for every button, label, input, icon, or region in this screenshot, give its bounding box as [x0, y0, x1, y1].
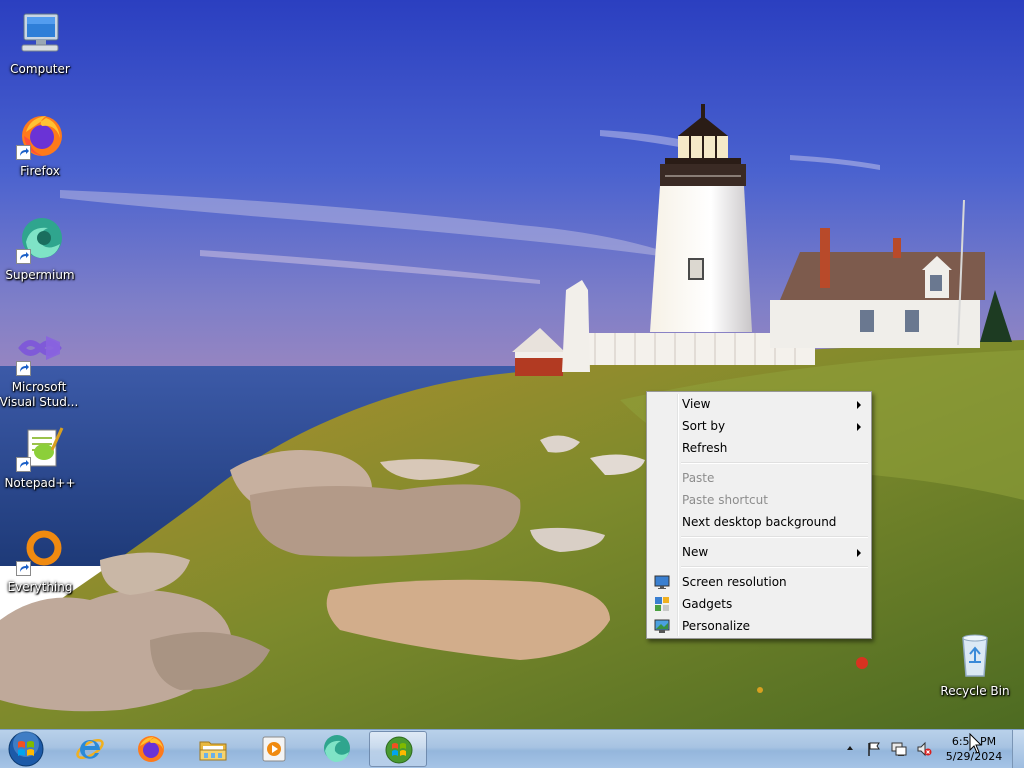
menu-item-sort-by[interactable]: Sort by: [648, 415, 870, 437]
menu-item-paste: Paste: [682, 471, 715, 485]
menu-separator: [648, 533, 870, 541]
action-center-flag-icon[interactable]: [866, 741, 882, 757]
taskbar: 6:51 PM 5/29/2024: [0, 729, 1024, 768]
recycle-bin-icon: [951, 632, 999, 680]
submenu-arrow-icon: [857, 549, 861, 557]
shortcut-arrow-icon: [16, 561, 31, 576]
menu-item-new[interactable]: New: [648, 541, 870, 563]
desktop-icon-everything[interactable]: Everything: [0, 528, 80, 595]
network-icon[interactable]: [891, 741, 907, 757]
show-desktop-button[interactable]: [1012, 730, 1024, 768]
firefox-icon: [138, 736, 164, 762]
menu-separator: [648, 459, 870, 467]
shortcut-arrow-icon: [16, 249, 31, 264]
shortcut-arrow-icon: [16, 145, 31, 160]
computer-icon: [16, 10, 64, 58]
menu-item-next-desktop-background[interactable]: Next desktop background: [648, 511, 870, 533]
everything-icon: [16, 528, 64, 576]
taskbar-windows-update[interactable]: [369, 731, 427, 767]
volume-muted-icon[interactable]: [916, 741, 932, 757]
menu-item-gadgets[interactable]: Gadgets: [648, 593, 870, 615]
taskbar-firefox[interactable]: [122, 731, 180, 767]
personalize-icon: [654, 619, 670, 633]
windows-orb-icon: [385, 736, 413, 764]
desktop-icon-visual-studio[interactable]: Microsoft Visual Stud...: [0, 328, 80, 410]
show-hidden-icons-arrow[interactable]: [846, 744, 854, 752]
windows-orb-icon: [8, 731, 44, 767]
shortcut-arrow-icon: [16, 361, 31, 376]
mouse-cursor-icon: [969, 733, 983, 754]
start-button[interactable]: [5, 730, 45, 768]
menu-item-refresh[interactable]: Refresh: [648, 437, 870, 459]
desktop-icon-label: Microsoft Visual Stud...: [0, 380, 79, 409]
submenu-arrow-icon: [857, 423, 861, 431]
menu-item-paste-shortcut: Paste shortcut: [682, 493, 768, 507]
visual-studio-icon: [16, 328, 64, 376]
gadgets-icon: [655, 597, 669, 611]
desktop-context-menu: View Sort by Refresh Paste Paste shortcu…: [646, 391, 872, 639]
media-player-icon: [262, 736, 286, 762]
supermium-icon: [16, 216, 64, 264]
desktop-icon-label: Notepad++: [4, 476, 76, 490]
menu-item-view[interactable]: View: [648, 393, 870, 415]
menu-separator: [648, 563, 870, 571]
desktop-icon-notepadpp[interactable]: Notepad++: [0, 424, 80, 491]
desktop-icon-label: Computer: [10, 62, 70, 76]
file-explorer-icon: [199, 741, 227, 761]
desktop-icon-recycle-bin[interactable]: Recycle Bin: [935, 632, 1015, 699]
taskbar-internet-explorer[interactable]: [61, 731, 119, 767]
desktop-icon-label: Everything: [7, 580, 73, 594]
desktop-icon-computer[interactable]: Computer: [0, 10, 80, 77]
notepadpp-icon: [16, 424, 64, 472]
taskbar-supermium[interactable]: [307, 731, 365, 767]
desktop-icon-label: Recycle Bin: [940, 684, 1010, 698]
supermium-icon: [324, 735, 350, 762]
firefox-icon: [16, 112, 64, 160]
internet-explorer-icon: [76, 739, 104, 759]
taskbar-file-explorer[interactable]: [184, 731, 242, 767]
menu-item-personalize[interactable]: Personalize: [648, 615, 870, 637]
shortcut-arrow-icon: [16, 457, 31, 472]
desktop-icon-label: Firefox: [20, 164, 60, 178]
desktop-icon-firefox[interactable]: Firefox: [0, 112, 80, 179]
desktop-icon-supermium[interactable]: Supermium: [0, 216, 80, 283]
submenu-arrow-icon: [857, 401, 861, 409]
menu-item-screen-resolution[interactable]: Screen resolution: [648, 571, 870, 593]
desktop-icon-label: Supermium: [5, 268, 75, 282]
screen-resolution-icon: [654, 575, 670, 589]
taskbar-media-player[interactable]: [245, 731, 303, 767]
